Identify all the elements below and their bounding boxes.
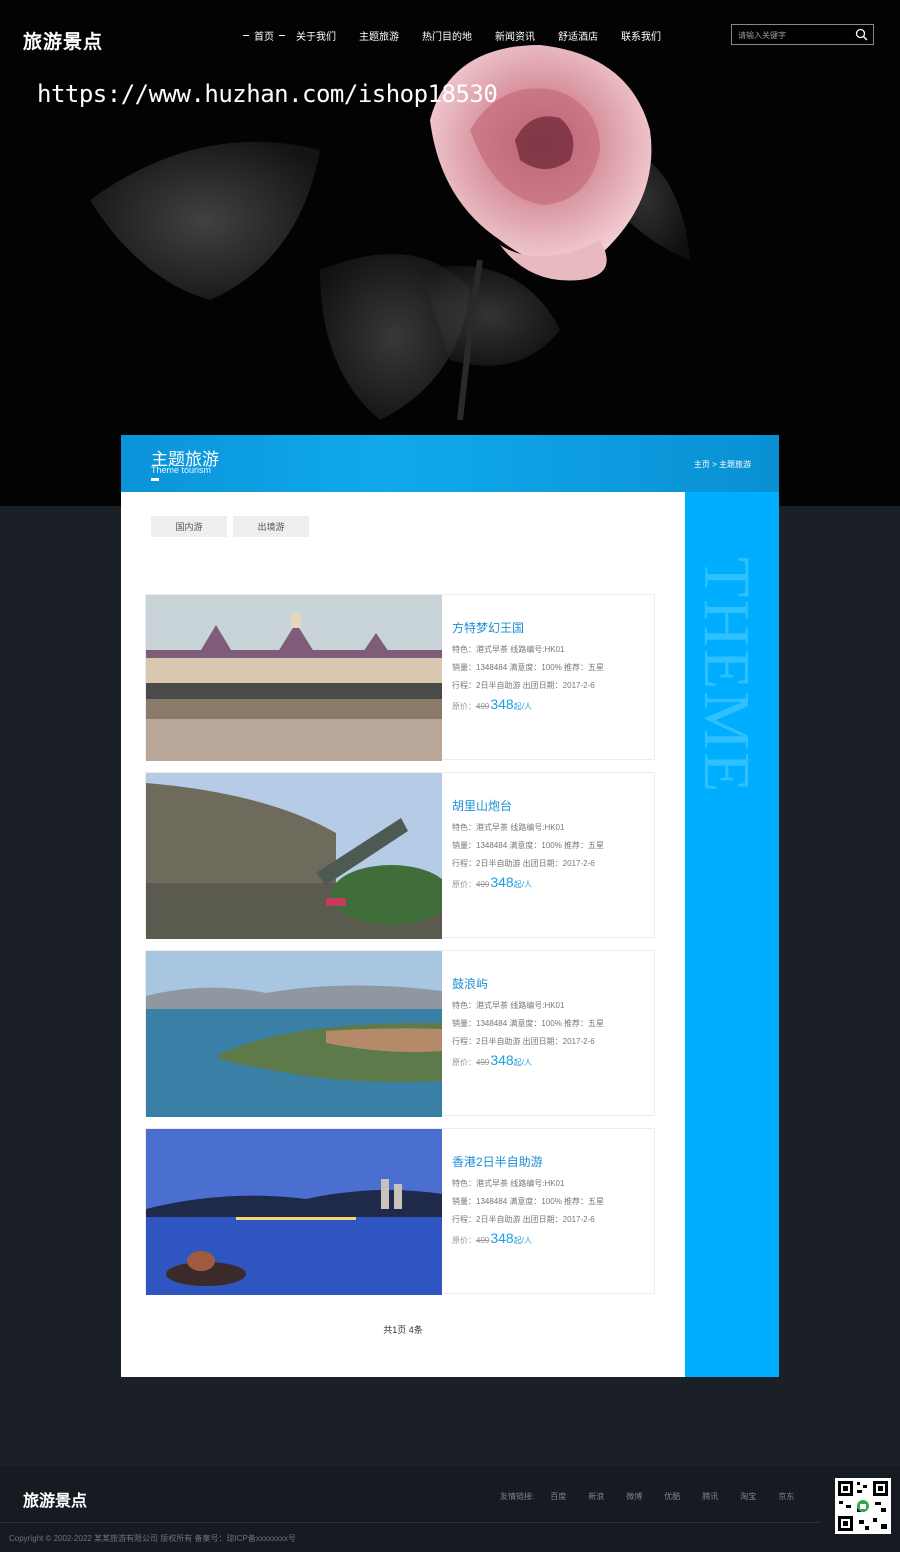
nav-item-hotels[interactable]: 舒适酒店: [558, 28, 598, 43]
nav-item-contact[interactable]: 联系我们: [621, 28, 661, 43]
content-card: 主题旅游 Theme tourism 主页 > 主题旅游 THEME 国内游 出…: [121, 435, 779, 1377]
tour-stats: 销量：1348484 满意度：100% 推荐：五星: [452, 663, 605, 672]
nav-item-home[interactable]: 首页: [254, 28, 274, 43]
original-price-label: 原价：: [452, 702, 476, 711]
breadcrumb: 主页 > 主题旅游: [694, 459, 751, 470]
price-unit: 起/人: [513, 702, 532, 711]
tour-info: 方特梦幻王国 特色：港式早茶 线路编号:HK01 销量：1348484 满意度：…: [452, 619, 652, 712]
tab-outbound[interactable]: 出境游: [233, 516, 309, 537]
friend-link[interactable]: 优酷: [664, 1491, 680, 1502]
friend-link[interactable]: 淘宝: [740, 1491, 756, 1502]
friend-link[interactable]: 京东: [778, 1491, 794, 1502]
tour-item[interactable]: 香港2日半自助游 特色：港式早茶 线路编号:HK01 销量：1348484 满意…: [145, 1128, 655, 1295]
tour-image-hulishan-fort[interactable]: [146, 773, 442, 939]
original-price-label: 原价：: [452, 1058, 476, 1067]
tour-stats: 销量：1348484 满意度：100% 推荐：五星: [452, 1197, 605, 1206]
original-price-label: 原价：: [452, 880, 476, 889]
tour-image-fantawild[interactable]: [146, 595, 442, 761]
category-tabs: 国内游 出境游: [151, 516, 315, 537]
friend-link[interactable]: 腾讯: [702, 1491, 718, 1502]
search-icon[interactable]: [855, 28, 868, 41]
tour-image-gulangyu[interactable]: [146, 951, 442, 1117]
price-unit: 起/人: [513, 1058, 532, 1067]
tour-price: 原价：499348起/人: [452, 874, 652, 890]
tour-image-hongkong[interactable]: [146, 1129, 442, 1295]
tour-trip: 行程：2日半自助游 出团日期：2017-2-6: [452, 1215, 595, 1224]
qr-code-icon: [835, 1478, 891, 1534]
tour-price: 原价：499348起/人: [452, 1230, 652, 1246]
current-price: 348: [490, 1230, 514, 1246]
site-footer: 旅游景点 友情链接: 百度 新浪 微博 优酷 腾讯 淘宝 京东 Copyrigh…: [0, 1466, 900, 1552]
friend-link[interactable]: 新浪: [588, 1491, 604, 1502]
search-box: [731, 24, 874, 45]
hero-banner: 旅游景点 首页 关于我们 主题旅游 热门目的地 新闻资讯 舒适酒店 联系我们 h…: [0, 0, 900, 506]
search-input[interactable]: [732, 26, 847, 45]
side-theme-text: THEME: [690, 557, 763, 794]
main-nav: 首页 关于我们 主题旅游 热门目的地 新闻资讯 舒适酒店 联系我们: [238, 28, 661, 43]
svg-text:THEME: THEME: [690, 557, 763, 794]
current-price: 348: [490, 874, 514, 890]
tour-info: 香港2日半自助游 特色：港式早茶 线路编号:HK01 销量：1348484 满意…: [452, 1153, 652, 1246]
tour-stats: 销量：1348484 满意度：100% 推荐：五星: [452, 1019, 605, 1028]
side-decoration-panel: THEME: [685, 492, 779, 1377]
tour-name[interactable]: 鼓浪屿: [452, 975, 652, 992]
tour-feature: 特色：港式早茶 线路编号:HK01: [452, 645, 565, 654]
tour-info: 胡里山炮台 特色：港式早茶 线路编号:HK01 销量：1348484 满意度：1…: [452, 797, 652, 890]
original-price: 499: [476, 702, 490, 711]
tour-item[interactable]: 鼓浪屿 特色：港式早茶 线路编号:HK01 销量：1348484 满意度：100…: [145, 950, 655, 1117]
tour-item[interactable]: 方特梦幻王国 特色：港式早茶 线路编号:HK01 销量：1348484 满意度：…: [145, 594, 655, 761]
tour-feature: 特色：港式早茶 线路编号:HK01: [452, 1179, 565, 1188]
tour-item[interactable]: 胡里山炮台 特色：港式早茶 线路编号:HK01 销量：1348484 满意度：1…: [145, 772, 655, 939]
top-navigation-bar: 旅游景点 首页 关于我们 主题旅游 热门目的地 新闻资讯 舒适酒店 联系我们: [0, 0, 900, 70]
copyright-text: Copyright © 2002-2022 某某旅游有限公司 版权所有 备案号：…: [9, 1534, 296, 1543]
nav-item-news[interactable]: 新闻资讯: [495, 28, 535, 43]
nav-active-marker: [243, 35, 249, 36]
site-logo[interactable]: 旅游景点: [23, 27, 103, 54]
title-underline: [151, 478, 159, 481]
nav-item-theme-tours[interactable]: 主题旅游: [359, 28, 399, 43]
breadcrumb-current: 主题旅游: [719, 460, 751, 469]
watermark-url: https://www.huzhan.com/ishop18530: [37, 80, 498, 108]
tour-name[interactable]: 香港2日半自助游: [452, 1153, 652, 1170]
tour-price: 原价：499348起/人: [452, 1052, 652, 1068]
nav-item-about[interactable]: 关于我们: [296, 28, 336, 43]
original-price: 499: [476, 1058, 490, 1067]
current-price: 348: [490, 1052, 514, 1068]
section-header: 主题旅游 Theme tourism 主页 > 主题旅游: [121, 435, 779, 492]
tour-trip: 行程：2日半自助游 出团日期：2017-2-6: [452, 859, 595, 868]
tour-price: 原价：499348起/人: [452, 696, 652, 712]
friend-link[interactable]: 百度: [550, 1491, 566, 1502]
tour-stats: 销量：1348484 满意度：100% 推荐：五星: [452, 841, 605, 850]
footer-logo[interactable]: 旅游景点: [23, 1487, 87, 1511]
price-unit: 起/人: [513, 1236, 532, 1245]
nav-active-marker: [279, 35, 285, 36]
rose-banner-image: [0, 0, 900, 506]
tour-list: 方特梦幻王国 特色：港式早茶 线路编号:HK01 销量：1348484 满意度：…: [145, 594, 655, 1306]
breadcrumb-home[interactable]: 主页: [694, 460, 710, 469]
breadcrumb-separator: >: [712, 460, 717, 469]
price-unit: 起/人: [513, 880, 532, 889]
original-price-label: 原价：: [452, 1236, 476, 1245]
section-subtitle: Theme tourism: [151, 465, 212, 475]
pagination-info: 共1页 4条: [383, 1325, 423, 1335]
tour-trip: 行程：2日半自助游 出团日期：2017-2-6: [452, 1037, 595, 1046]
original-price: 499: [476, 880, 490, 889]
nav-item-destinations[interactable]: 热门目的地: [422, 28, 472, 43]
current-price: 348: [490, 696, 514, 712]
original-price: 499: [476, 1236, 490, 1245]
tour-feature: 特色：港式早茶 线路编号:HK01: [452, 1001, 565, 1010]
tour-feature: 特色：港式早茶 线路编号:HK01: [452, 823, 565, 832]
tour-info: 鼓浪屿 特色：港式早茶 线路编号:HK01 销量：1348484 满意度：100…: [452, 975, 652, 1068]
tour-trip: 行程：2日半自助游 出团日期：2017-2-6: [452, 681, 595, 690]
tour-name[interactable]: 胡里山炮台: [452, 797, 652, 814]
friend-links-label: 友情链接:: [500, 1492, 535, 1501]
friend-link[interactable]: 微博: [626, 1491, 642, 1502]
friend-links: 友情链接: 百度 新浪 微博 优酷 腾讯 淘宝 京东: [500, 1491, 816, 1502]
footer-divider: [0, 1522, 820, 1523]
tour-name[interactable]: 方特梦幻王国: [452, 619, 652, 636]
tab-domestic[interactable]: 国内游: [151, 516, 227, 537]
